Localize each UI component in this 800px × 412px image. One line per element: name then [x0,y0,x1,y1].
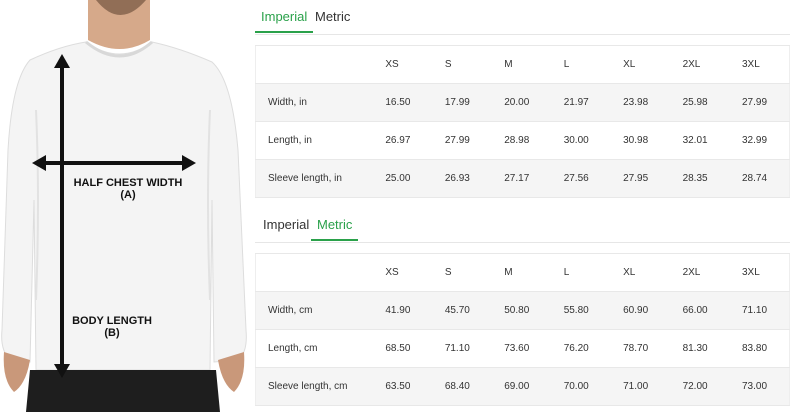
table-cell: 81.30 [670,329,730,368]
size-table-imperial: XS S M L XL 2XL 3XL Width, in 16.50 17.9… [255,45,790,198]
table-cell: 20.00 [492,83,552,122]
table-row: Width, in 16.50 17.99 20.00 21.97 23.98 … [255,83,790,122]
table-cell: 68.50 [373,329,433,368]
header-cell: L [551,45,612,84]
table-cell: 41.90 [373,291,433,330]
header-cell: 2XL [670,45,730,84]
unit-tabs: Imperial Metric [255,208,790,243]
table-cell: 30.00 [551,121,612,160]
table-cell: 66.00 [670,291,730,330]
header-cell: XL [611,253,671,292]
table-cell: 68.40 [432,367,493,406]
row-label: Length, in [255,121,374,160]
table-cell: 21.97 [551,83,612,122]
table-row: Sleeve length, in 25.00 26.93 27.17 27.5… [255,159,790,198]
row-label: Width, in [255,83,374,122]
table-header-row: XS S M L XL 2XL 3XL [255,253,790,292]
header-cell: M [492,253,552,292]
row-label: Width, cm [255,291,374,330]
table-cell: 83.80 [730,329,790,368]
tab-metric[interactable]: Metric [311,217,359,241]
table-cell: 71.10 [730,291,790,330]
label-body-length: BODY LENGTH [72,315,152,327]
label-a: (A) [120,189,136,201]
table-row: Width, cm 41.90 45.70 50.80 55.80 60.90 … [255,291,790,330]
table-cell: 72.00 [670,367,730,406]
table-cell: 30.98 [611,121,671,160]
table-row: Sleeve length, cm 63.50 68.40 69.00 70.0… [255,367,790,406]
shirt-illustration: HALF CHEST WIDTH (A) BODY LENGTH (B) [0,0,250,412]
table-cell: 73.60 [492,329,552,368]
table-cell: 28.98 [492,121,552,160]
imperial-size-chart: Imperial Metric XS S M L XL 2XL 3XL Widt… [255,0,790,198]
size-table-metric: XS S M L XL 2XL 3XL Width, cm 41.90 45.7… [255,253,790,406]
table-cell: 23.98 [611,83,671,122]
table-cell: 27.56 [551,159,612,198]
tab-metric[interactable]: Metric [309,9,356,32]
table-cell: 73.00 [730,367,790,406]
table-cell: 71.00 [611,367,671,406]
table-cell: 69.00 [492,367,552,406]
shirt-measurement-diagram: HALF CHEST WIDTH (A) BODY LENGTH (B) [1,0,247,412]
table-cell: 78.70 [611,329,671,368]
metric-size-chart: Imperial Metric XS S M L XL 2XL 3XL Widt… [255,208,790,406]
table-cell: 16.50 [373,83,433,122]
row-label: Length, cm [255,329,374,368]
table-cell: 26.93 [432,159,493,198]
table-cell: 32.01 [670,121,730,160]
label-b: (B) [104,327,120,339]
row-label: Sleeve length, cm [255,367,374,406]
table-cell: 70.00 [551,367,612,406]
label-half-chest-width: HALF CHEST WIDTH [74,177,183,189]
table-cell: 25.98 [670,83,730,122]
model-pants [26,370,220,412]
table-cell: 55.80 [551,291,612,330]
header-cell: XL [611,45,671,84]
table-cell: 27.99 [432,121,493,160]
table-cell: 27.95 [611,159,671,198]
header-cell: S [432,253,493,292]
header-cell: L [551,253,612,292]
table-cell: 63.50 [373,367,433,406]
table-header-row: XS S M L XL 2XL 3XL [255,45,790,84]
table-row: Length, cm 68.50 71.10 73.60 76.20 78.70… [255,329,790,368]
header-cell: XS [373,253,433,292]
table-cell: 32.99 [730,121,790,160]
row-label: Sleeve length, in [255,159,374,198]
header-cell: M [492,45,552,84]
tab-imperial[interactable]: Imperial [255,9,314,33]
table-cell: 71.10 [432,329,493,368]
header-cell: XS [373,45,433,84]
table-cell: 17.99 [432,83,493,122]
tab-imperial[interactable]: Imperial [257,217,315,240]
table-cell: 25.00 [373,159,433,198]
table-cell: 27.99 [730,83,790,122]
header-cell: 2XL [670,253,730,292]
header-cell: 3XL [730,253,790,292]
unit-tabs: Imperial Metric [255,0,790,35]
table-cell: 60.90 [611,291,671,330]
table-cell: 27.17 [492,159,552,198]
header-cell [255,253,374,292]
table-cell: 50.80 [492,291,552,330]
table-cell: 26.97 [373,121,433,160]
table-row: Length, in 26.97 27.99 28.98 30.00 30.98… [255,121,790,160]
table-cell: 76.20 [551,329,612,368]
header-cell: 3XL [730,45,790,84]
table-cell: 28.74 [730,159,790,198]
table-cell: 28.35 [670,159,730,198]
header-cell [255,45,374,84]
table-cell: 45.70 [432,291,493,330]
header-cell: S [432,45,493,84]
